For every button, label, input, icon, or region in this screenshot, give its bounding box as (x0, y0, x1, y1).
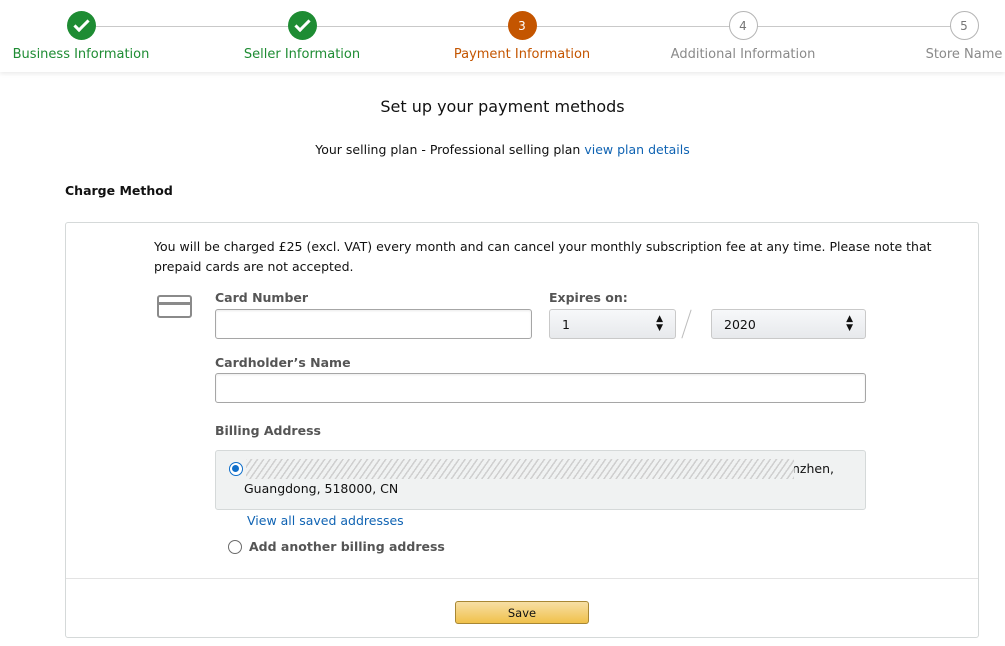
step-label: Business Information (12, 47, 150, 62)
selling-plan-line: Your selling plan - Professional selling… (0, 142, 1005, 157)
address-line-2: Guangdong, 518000, CN (244, 481, 399, 496)
divider (66, 578, 978, 579)
billing-address-label: Billing Address (215, 423, 321, 438)
add-address-radio[interactable] (228, 540, 242, 554)
saved-address-radio[interactable] (229, 462, 243, 476)
card-number-input[interactable] (215, 309, 532, 339)
select-arrows-icon: ▲ ▼ (656, 314, 663, 333)
page-title: Set up your payment methods (380, 97, 625, 116)
step-store-name[interactable]: 5 Store Name (874, 11, 1005, 62)
step-business-information[interactable]: Business Information (0, 11, 171, 62)
step-label: Seller Information (243, 47, 361, 62)
step-label: Store Name (925, 47, 1003, 62)
selling-plan-text: Your selling plan - Professional selling… (315, 142, 581, 157)
view-plan-details-link[interactable]: view plan details (584, 142, 689, 157)
save-button[interactable]: Save (455, 601, 589, 624)
step-additional-information[interactable]: 4 Additional Information (653, 11, 833, 62)
card-number-label: Card Number (215, 290, 309, 305)
expires-on-label: Expires on: (549, 290, 628, 305)
expiry-year-value: 2020 (724, 316, 756, 332)
progress-stepper: Business Information Seller Information … (0, 0, 1005, 72)
charge-method-heading: Charge Method (65, 183, 173, 198)
credit-card-icon (157, 295, 192, 318)
step-label: Payment Information (453, 47, 591, 62)
step-number: 3 (507, 11, 537, 40)
check-icon (287, 11, 317, 40)
date-separator (681, 309, 692, 339)
step-number: 4 (728, 11, 758, 40)
charge-method-panel: You will be charged £25 (excl. VAT) ever… (65, 222, 979, 638)
charge-notice: You will be charged £25 (excl. VAT) ever… (154, 239, 932, 274)
cardholder-name-input[interactable] (215, 373, 866, 403)
step-seller-information[interactable]: Seller Information (212, 11, 392, 62)
step-number: 5 (949, 11, 979, 40)
expiry-year-select[interactable]: 2020 ▲ ▼ (711, 309, 866, 339)
step-payment-information[interactable]: 3 Payment Information (432, 11, 612, 62)
check-icon (66, 11, 96, 40)
select-arrows-icon: ▲ ▼ (846, 314, 853, 333)
expiry-month-value: 1 (562, 316, 570, 332)
expiry-month-select[interactable]: 1 ▲ ▼ (549, 309, 676, 339)
step-label: Additional Information (670, 47, 816, 62)
redacted-address (246, 459, 794, 479)
saved-address-option[interactable]: enzhen, Guangdong, 518000, CN (215, 450, 866, 510)
view-saved-addresses-link[interactable]: View all saved addresses (247, 513, 404, 528)
cardholder-name-label: Cardholder’s Name (215, 355, 351, 370)
add-address-label[interactable]: Add another billing address (249, 539, 445, 554)
